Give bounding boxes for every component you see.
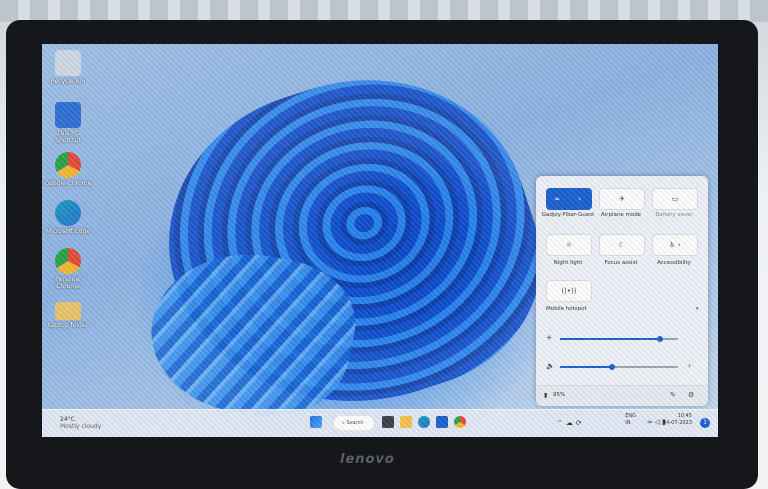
volume-slider[interactable] [560,364,678,370]
notification-badge[interactable]: 1 [700,418,710,428]
airplane-mode-label: Airplane mode [600,212,642,218]
mobile-hotspot-label: Mobile hotspot [546,306,587,312]
background-shelf [0,0,768,22]
wifi-network-label: Gadjoy-Fiber-Guest [541,212,595,218]
wifi-expand-button[interactable]: › [567,188,592,210]
battery-saver-toggle[interactable]: ▭ [652,188,698,210]
wifi-icon: ≈ [554,195,560,203]
battery-status-icon: ▮ [544,392,548,399]
desktop-icon-recycle-bin[interactable]: Recycle Bin [44,50,92,85]
region-code: IN [625,420,631,426]
clock-time: 10:45 [677,413,692,419]
brightness-icon: ☀ [546,334,553,342]
system-tray-icons[interactable]: ⌃☁⟳ [557,419,585,427]
volume-slider-fill [560,366,612,368]
cloud-icon[interactable]: ☁ [566,419,576,427]
desktop-screen: Recycle Bin This PC Shortcut Google Chro… [42,44,718,437]
speaker-icon: 🔈 [546,362,555,370]
focus-assist-toggle[interactable]: ☾ [599,234,645,256]
weather-widget[interactable]: 24°C Mostly cloudy [60,416,101,430]
accessibility-label: Accessibility [657,260,691,266]
folder-icon [55,302,81,320]
airplane-mode-toggle[interactable]: ✈ [599,188,645,210]
desktop-icon-edge[interactable]: Microsoft Edge [44,200,92,235]
pencil-icon[interactable]: ▾ [696,306,699,312]
accessibility-toggle[interactable]: ♿ › [652,234,698,256]
laptop-brand: lenovo [340,452,395,467]
task-view-icon[interactable] [382,416,394,428]
store-icon[interactable] [436,416,448,428]
wifi-toggle[interactable]: ≈ [546,188,568,210]
moon-icon: ☾ [618,241,626,249]
quick-settings-footer: ▮ 95% ✎ ⚙ [536,385,708,406]
chrome-profile-icon [55,248,81,274]
language-indicator[interactable]: ENG IN [625,413,636,427]
brightness-slider[interactable] [560,336,678,342]
battery-saver-label: Battery saver [655,212,693,218]
weather-condition: Mostly cloudy [60,423,102,430]
file-explorer-icon[interactable] [400,416,412,428]
edit-icon[interactable]: ✎ [670,391,676,399]
this-pc-icon [55,102,81,128]
chrome-icon [55,152,81,178]
desktop-icon-chrome[interactable]: Google Chrome [44,152,92,187]
quick-settings-panel: ≈ › Gadjoy-Fiber-Guest ✈ Airplane mode ▭… [536,176,708,406]
start-button[interactable] [310,416,322,428]
chevron-up-icon[interactable]: ⌃ [557,419,566,427]
chrome-taskbar-icon[interactable] [454,416,466,428]
battery-percentage: 95% [553,392,566,398]
volume-slider-knob[interactable] [608,364,615,370]
sun-icon: ☼ [565,241,573,249]
chevron-right-icon: › [578,195,581,203]
desktop-icon-personal-chrome[interactable]: Personal Chrome [44,248,92,290]
night-light-toggle[interactable]: ☼ [546,234,592,256]
language-code: ENG [625,413,636,419]
brightness-slider-knob[interactable] [657,336,664,342]
battery-icon: ▭ [671,195,679,203]
clock-date: 24-07-2023 [662,420,692,426]
clock[interactable]: 10:45 24-07-2023 [663,413,692,427]
desktop-icon-laptop-folder[interactable]: Laptop folder [44,298,92,329]
taskbar: 24°C Mostly cloudy ⌕ Search ⌃☁⟳ ENG IN ≈… [42,409,718,437]
wifi-tray-icon: ≈ [646,418,655,426]
hotspot-icon: ((•)) [561,287,577,295]
audio-output-chevron-icon[interactable]: › [688,361,691,370]
weather-temperature: 24°C [60,416,75,423]
edge-icon [55,200,81,226]
airplane-icon: ✈ [619,195,625,203]
focus-assist-label: Focus assist [604,260,638,266]
taskbar-search[interactable]: ⌕ Search [334,416,374,430]
sync-icon[interactable]: ⟳ [576,419,585,427]
recycle-bin-icon [55,50,81,76]
search-label: Search [346,420,364,426]
settings-gear-icon[interactable]: ⚙ [688,391,694,399]
edge-taskbar-icon[interactable] [418,416,430,428]
mobile-hotspot-toggle[interactable]: ((•)) [546,280,592,302]
accessibility-icon: ♿ › [669,241,681,249]
brightness-slider-fill [560,338,661,340]
desktop-icon-this-pc[interactable]: This PC Shortcut [44,102,92,144]
night-light-label: Night light [553,260,583,266]
